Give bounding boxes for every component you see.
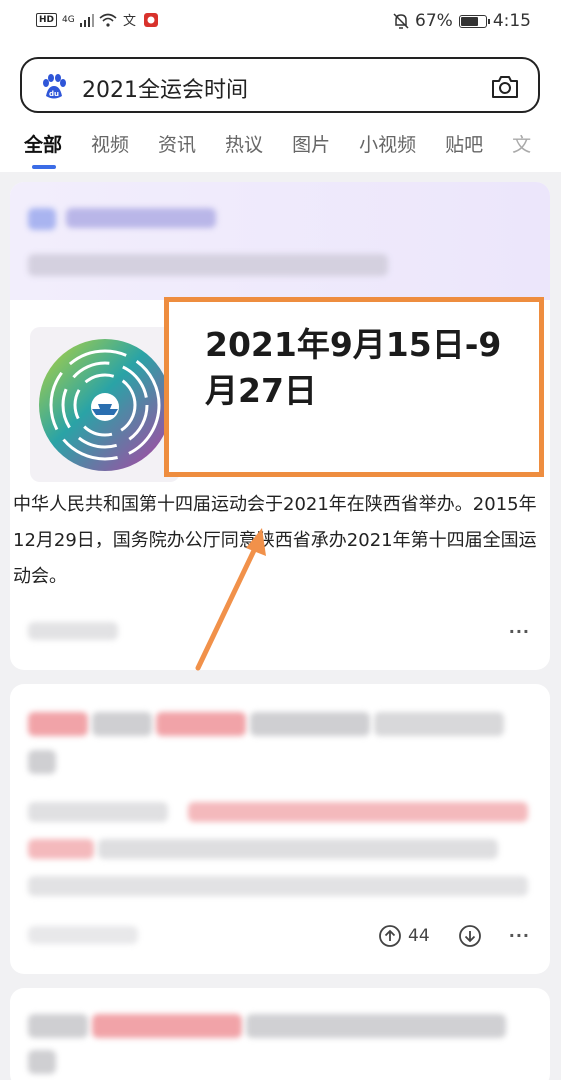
search-tabs: 全部 视频 资讯 热议 图片 小视频 贴吧 文: [24, 130, 531, 169]
answer-date-range: 2021年9月15日-9月27日: [205, 325, 502, 410]
tab-all[interactable]: 全部: [24, 130, 62, 169]
blurred-body-line-3: [28, 876, 528, 896]
blurred-subtitle: [28, 254, 388, 276]
translate-icon: 文: [123, 14, 136, 28]
games-logo-image: [30, 327, 180, 482]
blurred-title-3b: [92, 1014, 242, 1038]
more-options-icon[interactable]: ···: [509, 622, 530, 641]
blurred-title-line-2: [28, 750, 56, 774]
hd-badge: HD: [36, 13, 58, 27]
tab-discussion[interactable]: 热议: [225, 130, 263, 157]
downvote-icon[interactable]: [458, 924, 482, 948]
blurred-source-footer-2: [28, 926, 138, 944]
blurred-title-line-1c: [156, 712, 246, 736]
tab-video[interactable]: 视频: [91, 130, 129, 157]
tab-more[interactable]: 文: [512, 130, 531, 157]
search-box[interactable]: du 2021全运会时间: [20, 57, 540, 113]
result-description: 中华人民共和国第十四届运动会于2021年在陕西省举办。2015年12月29日，国…: [13, 494, 537, 587]
blurred-source: [28, 208, 56, 230]
app-notification-icon: [143, 13, 158, 27]
blurred-body-line-2b: [98, 839, 498, 859]
downvote-group[interactable]: [458, 924, 482, 948]
upvote-icon[interactable]: [378, 924, 402, 948]
more-options-icon-2[interactable]: ···: [509, 926, 530, 945]
signal-icon: [79, 14, 94, 27]
tab-news[interactable]: 资讯: [158, 130, 196, 157]
upvote-group[interactable]: 44: [378, 924, 430, 948]
camera-icon[interactable]: [490, 73, 520, 101]
tab-short-video[interactable]: 小视频: [359, 130, 416, 157]
blurred-source-footer: [28, 622, 118, 640]
mute-bell-icon: [393, 13, 409, 29]
card-header-blurred: [10, 182, 550, 300]
svg-text:du: du: [49, 90, 59, 98]
search-header: du 2021全运会时间 全部 视频 资讯 热议 图片 小视频 贴吧 文: [0, 46, 561, 172]
blurred-body-line-1a: [28, 802, 168, 822]
games-emblem-icon: [39, 339, 171, 471]
blurred-title-line-1: [28, 712, 88, 736]
battery-percent: 67%: [415, 11, 453, 31]
search-input[interactable]: 2021全运会时间: [82, 72, 248, 104]
blurred-title-line-1e: [374, 712, 504, 736]
upvote-count: 44: [408, 926, 430, 946]
network-label: 4G: [62, 15, 75, 25]
blurred-title: [66, 208, 216, 228]
blurred-title-3d: [28, 1050, 56, 1074]
blurred-title-3c: [246, 1014, 506, 1038]
result-card-2[interactable]: 44 ···: [10, 684, 550, 974]
clock: 4:15: [492, 11, 531, 31]
result-card-3[interactable]: [10, 988, 550, 1080]
blurred-title-line-1d: [250, 712, 370, 736]
blurred-body-line-1b: [188, 802, 528, 822]
baidu-paw-icon[interactable]: du: [40, 74, 68, 100]
blurred-title-line-1b: [92, 712, 152, 736]
svg-text:文: 文: [123, 14, 136, 28]
answer-highlight-box: 2021年9月15日-9月27日: [164, 297, 544, 477]
status-left: HD 4G 文: [36, 12, 159, 28]
tab-tieba[interactable]: 贴吧: [445, 130, 483, 157]
wifi-icon: [99, 13, 117, 27]
blurred-title-3a: [28, 1014, 88, 1038]
battery-icon: [458, 14, 490, 28]
blurred-body-line-2a: [28, 839, 94, 859]
status-right: 67% 4:15: [393, 11, 531, 31]
tab-images[interactable]: 图片: [292, 130, 330, 157]
status-bar: HD 4G 文 67% 4:15: [0, 0, 561, 46]
